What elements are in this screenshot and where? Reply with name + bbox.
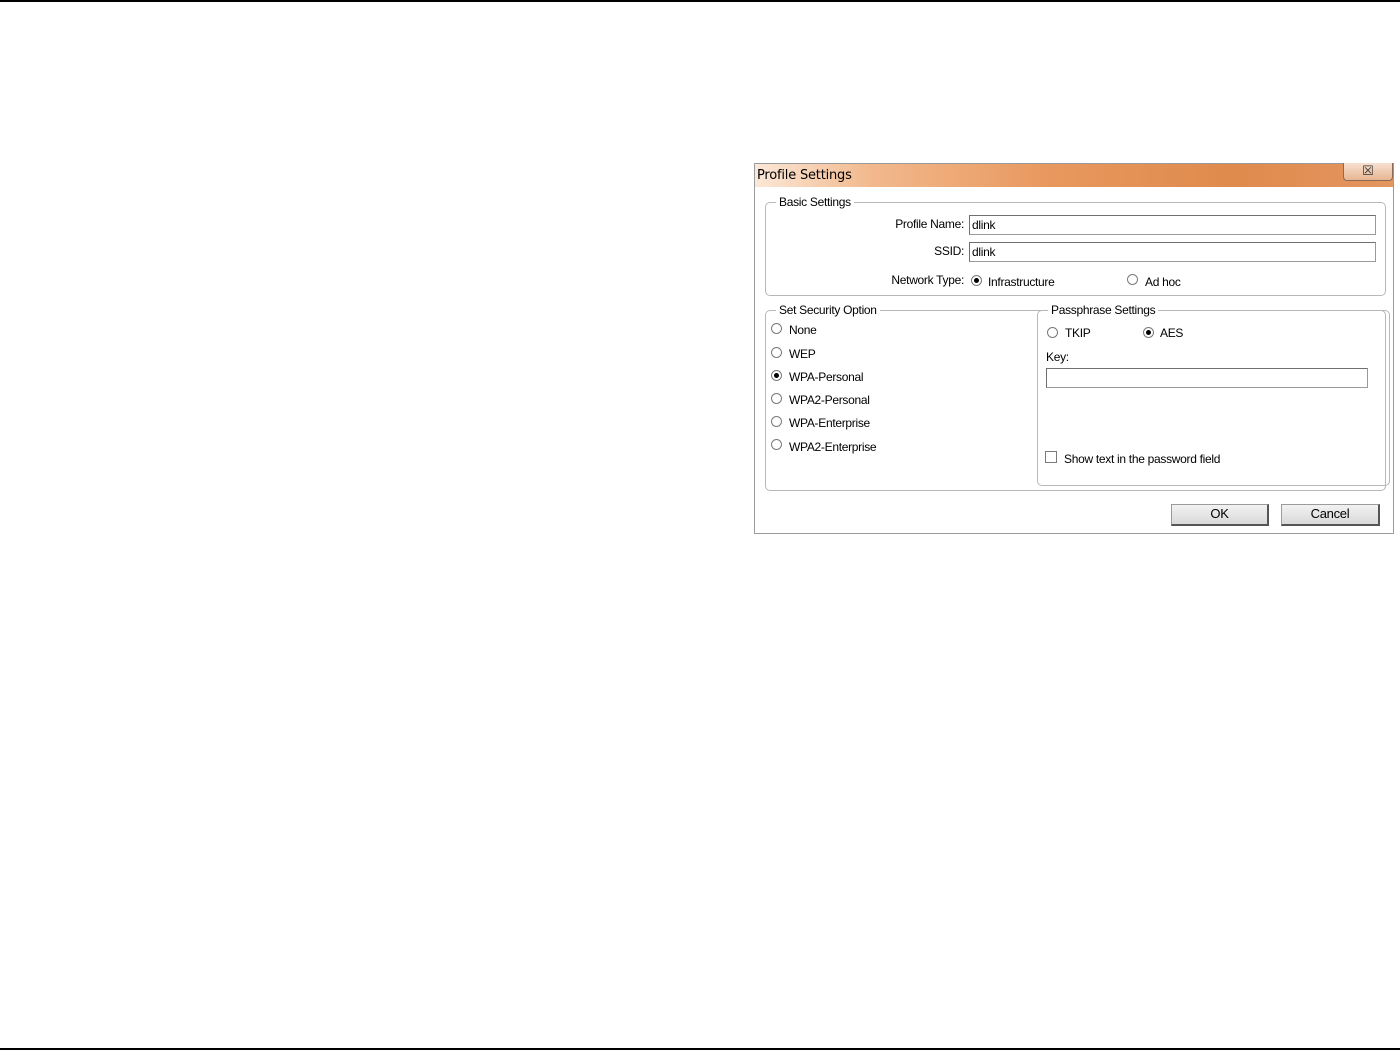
cipher-aes-label: AES bbox=[1160, 326, 1184, 340]
cipher-tkip-radio[interactable] bbox=[1047, 327, 1058, 338]
show-text-checkbox[interactable] bbox=[1045, 451, 1057, 463]
security-wpa-enterprise-radio[interactable] bbox=[771, 416, 782, 427]
network-type-label: Network Type: bbox=[891, 273, 964, 287]
security-option-legend: Set Security Option bbox=[776, 303, 880, 317]
passphrase-settings-group: Passphrase Settings TKIP AES Key: Show t… bbox=[1037, 303, 1390, 486]
security-wpa-personal-radio[interactable] bbox=[771, 370, 782, 381]
show-text-label: Show text in the password field bbox=[1064, 452, 1221, 466]
network-type-adhoc-radio[interactable] bbox=[1127, 274, 1138, 285]
page-top-rule bbox=[0, 0, 1400, 2]
security-wpa2-enterprise-label: WPA2-Enterprise bbox=[789, 440, 877, 454]
profile-name-label: Profile Name: bbox=[895, 217, 964, 231]
ssid-label: SSID: bbox=[934, 244, 964, 258]
profile-settings-dialog: Profile Settings ☒ Basic Settings Profil… bbox=[754, 163, 1394, 534]
network-type-infrastructure-radio[interactable] bbox=[971, 275, 982, 286]
security-none-radio[interactable] bbox=[771, 323, 782, 334]
key-label: Key: bbox=[1046, 350, 1069, 364]
security-wep-label: WEP bbox=[789, 347, 816, 361]
page-bottom-rule bbox=[0, 1048, 1400, 1050]
security-wpa-enterprise-label: WPA-Enterprise bbox=[789, 416, 870, 430]
profile-name-field[interactable]: dlink bbox=[969, 215, 1376, 235]
ok-button[interactable]: OK bbox=[1171, 504, 1269, 526]
basic-settings-legend: Basic Settings bbox=[776, 195, 854, 209]
cipher-aes-radio[interactable] bbox=[1143, 327, 1154, 338]
security-wpa2-personal-radio[interactable] bbox=[771, 393, 782, 404]
title-bar[interactable]: Profile Settings bbox=[755, 164, 1393, 187]
passphrase-settings-legend: Passphrase Settings bbox=[1048, 303, 1159, 317]
close-button[interactable]: ☒ bbox=[1343, 163, 1393, 181]
basic-settings-group: Basic Settings Profile Name: dlink SSID:… bbox=[765, 195, 1386, 296]
cipher-tkip-label: TKIP bbox=[1065, 326, 1091, 340]
key-input[interactable] bbox=[1046, 368, 1368, 388]
security-wep-radio[interactable] bbox=[771, 347, 782, 358]
close-icon: ☒ bbox=[1362, 163, 1374, 178]
security-wpa2-enterprise-radio[interactable] bbox=[771, 439, 782, 450]
cancel-button[interactable]: Cancel bbox=[1281, 504, 1380, 526]
security-wpa2-personal-label: WPA2-Personal bbox=[789, 393, 870, 407]
network-type-infrastructure-label: Infrastructure bbox=[988, 275, 1055, 289]
network-type-adhoc-label: Ad hoc bbox=[1145, 275, 1181, 289]
ssid-field[interactable]: dlink bbox=[969, 242, 1376, 262]
security-none-label: None bbox=[789, 323, 817, 337]
window-title: Profile Settings bbox=[757, 168, 852, 183]
security-wpa-personal-label: WPA-Personal bbox=[789, 370, 864, 384]
